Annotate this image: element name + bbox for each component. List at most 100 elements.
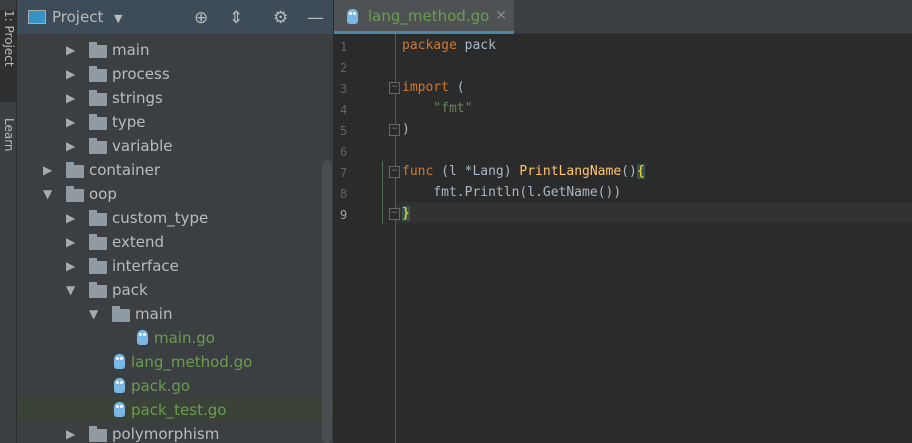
learn-tool-tab[interactable]: Learn	[0, 118, 16, 152]
line-number: 9	[340, 208, 348, 222]
code-line-7[interactable]: func (l *Lang) PrintLangName(){	[402, 164, 645, 179]
collapsed-arrow-icon[interactable]: ▶	[66, 259, 75, 273]
collapsed-arrow-icon[interactable]: ▶	[66, 43, 75, 57]
tree-item[interactable]: ▶ container	[17, 158, 333, 182]
tree-item-label: extend	[112, 233, 164, 251]
collapsed-arrow-icon[interactable]: ▶	[66, 139, 75, 153]
line-number: 7	[340, 166, 348, 180]
editor-tabs: lang_method.go ✕	[334, 0, 912, 34]
tree-item[interactable]: ▼ oop	[17, 182, 333, 206]
locate-icon[interactable]: ⊕	[194, 8, 208, 28]
keyword: package	[402, 38, 457, 53]
project-view-icon	[28, 10, 46, 24]
code-line-5[interactable]: )	[402, 122, 410, 137]
collapsed-arrow-icon[interactable]: ▶	[43, 163, 52, 177]
folder-icon	[89, 426, 107, 442]
tree-item[interactable]: ▶ interface	[17, 254, 333, 278]
tree-item-label: lang_method.go	[131, 353, 253, 371]
project-panel-header: Project ▼ ⊕ ⇕ ⚙ —	[17, 0, 333, 34]
folder-icon	[89, 234, 107, 250]
matched-brace: }	[402, 206, 410, 221]
close-icon[interactable]: ✕	[495, 8, 507, 24]
collapsed-arrow-icon[interactable]: ▶	[66, 235, 75, 249]
expanded-arrow-icon[interactable]: ▼	[66, 283, 75, 297]
tree-item-label: oop	[89, 185, 117, 203]
line-number: 1	[340, 40, 348, 54]
editor: lang_method.go ✕ 1 2 3 4 5 6 7 8 9 − − − − packa…	[334, 0, 912, 443]
tree-item-label: pack_test.go	[131, 401, 227, 419]
change-marker	[382, 161, 383, 224]
tree-item-label: process	[112, 65, 170, 83]
tree-item[interactable]: ▼ pack	[17, 278, 333, 302]
line-number: 8	[340, 187, 348, 201]
go-file-icon	[114, 354, 125, 369]
gear-icon[interactable]: ⚙	[273, 8, 288, 28]
tree-item[interactable]: lang_method.go	[17, 350, 333, 374]
project-panel: Project ▼ ⊕ ⇕ ⚙ — ▶ main ▶ process ▶ strings ▶…	[17, 0, 334, 443]
line-number: 3	[340, 82, 348, 96]
collapsed-arrow-icon[interactable]: ▶	[66, 211, 75, 225]
tree-item-label: main.go	[154, 329, 215, 347]
scrollbar[interactable]	[322, 160, 332, 443]
folder-icon	[89, 138, 107, 154]
expanded-arrow-icon[interactable]: ▼	[43, 187, 52, 201]
line-number: 6	[340, 145, 348, 159]
keyword: import	[402, 80, 449, 95]
tree-item[interactable]: ▶ polymorphism	[17, 422, 333, 443]
matched-brace: {	[636, 164, 645, 179]
tree-item[interactable]: ▶ strings	[17, 86, 333, 110]
tree-item[interactable]: ▶ process	[17, 62, 333, 86]
tree-item[interactable]: main.go	[17, 326, 333, 350]
fold-icon[interactable]: −	[389, 166, 400, 178]
tab-lang-method-go[interactable]: lang_method.go ✕	[334, 0, 514, 34]
tree-item[interactable]: ▶ variable	[17, 134, 333, 158]
hide-icon[interactable]: —	[307, 8, 324, 28]
keyword: func	[402, 164, 434, 179]
tab-label: lang_method.go	[368, 6, 490, 25]
collapsed-arrow-icon[interactable]: ▶	[66, 67, 75, 81]
code-line-3[interactable]: import (	[402, 80, 465, 95]
collapsed-arrow-icon[interactable]: ▶	[66, 91, 75, 105]
folder-icon	[89, 90, 107, 106]
tree-item[interactable]: ▶ main	[17, 38, 333, 62]
code-text: (l *Lang)	[433, 164, 520, 179]
tree-item[interactable]: pack.go	[17, 374, 333, 398]
code-line-9[interactable]: }	[402, 206, 410, 221]
collapse-all-icon[interactable]: ⇕	[229, 8, 243, 28]
line-number: 2	[340, 61, 348, 75]
line-number: 5	[340, 124, 348, 138]
folder-icon	[89, 66, 107, 82]
fold-icon[interactable]: −	[389, 124, 400, 136]
code-line-4[interactable]: "fmt"	[402, 101, 472, 116]
tree-item-label: main	[112, 41, 150, 59]
tree-item[interactable]: ▼ main	[17, 302, 333, 326]
fold-icon[interactable]: −	[389, 82, 400, 94]
tree-item[interactable]: ▶ extend	[17, 230, 333, 254]
folder-icon	[89, 258, 107, 274]
tree-item-label: pack	[112, 281, 148, 299]
code-text: pack	[456, 38, 496, 53]
collapsed-arrow-icon[interactable]: ▶	[66, 115, 75, 129]
tree-item-label: polymorphism	[112, 425, 220, 443]
folder-icon	[66, 162, 84, 178]
code-line-8[interactable]: fmt.Println(l.GetName())	[402, 185, 621, 200]
folder-icon	[89, 210, 107, 226]
go-file-icon	[114, 378, 125, 393]
chevron-down-icon[interactable]: ▼	[114, 12, 122, 25]
tree-item-label: strings	[112, 89, 163, 107]
go-file-icon	[137, 330, 148, 345]
collapsed-arrow-icon[interactable]: ▶	[66, 427, 75, 441]
go-file-icon	[347, 9, 358, 24]
tree-item[interactable]: pack_test.go	[17, 398, 333, 422]
folder-icon	[112, 306, 130, 322]
fold-icon[interactable]: −	[389, 208, 400, 220]
function-name: PrintLangName	[519, 164, 622, 179]
project-tool-tab[interactable]: 1: Project	[0, 10, 16, 102]
tree-item-label: custom_type	[112, 209, 209, 227]
code-line-1[interactable]: package pack	[402, 38, 496, 53]
tree-item-label: type	[112, 113, 146, 131]
tree-item[interactable]: ▶ custom_type	[17, 206, 333, 230]
tree-item[interactable]: ▶ type	[17, 110, 333, 134]
project-panel-title[interactable]: Project	[52, 8, 103, 26]
expanded-arrow-icon[interactable]: ▼	[89, 307, 98, 321]
